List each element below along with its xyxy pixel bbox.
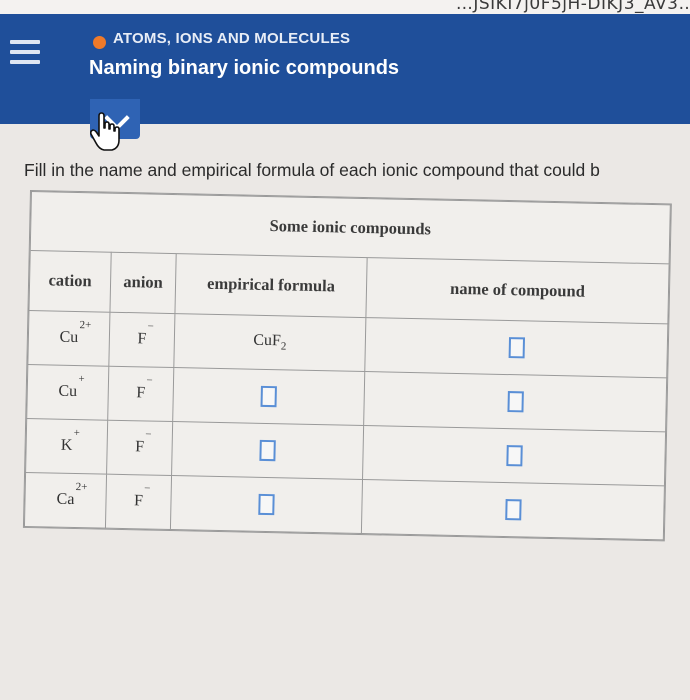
formula-subscript: 2 [280, 340, 287, 353]
formula-text: CuF [253, 331, 282, 350]
hamburger-icon[interactable] [10, 40, 40, 64]
name-answer-input[interactable] [506, 390, 524, 413]
formula-answer-input[interactable] [259, 439, 276, 462]
cation-symbol: K [60, 437, 73, 455]
subject-status-dot [93, 36, 106, 49]
cation-charge: 2+ [79, 319, 92, 332]
ionic-compounds-table-card: Some ionic compounds cation anion empiri… [22, 190, 672, 542]
cation-charge: + [73, 427, 81, 440]
anion-charge: − [147, 320, 154, 333]
anion-symbol: F [137, 330, 147, 348]
instruction-text: Fill in the name and empirical formula o… [24, 160, 600, 180]
name-cell [361, 479, 665, 540]
cation-symbol: Cu [58, 382, 78, 401]
cation-charge: + [78, 373, 85, 386]
anion-cell: F − [106, 419, 173, 476]
formula-cell: CuF2 [173, 313, 366, 372]
formula-value: CuF2 [253, 331, 287, 353]
cation-symbol: Cu [59, 328, 79, 347]
anion-symbol: F [133, 492, 144, 510]
anion-charge: − [144, 482, 151, 496]
cation-cell: Cu + [26, 364, 109, 420]
cation-cell: K + [25, 418, 108, 475]
anion-symbol: F [136, 384, 146, 402]
anion-charge: − [146, 374, 153, 387]
subject-label: ATOMS, IONS AND MOLECULES [113, 30, 351, 47]
name-cell [363, 371, 667, 432]
cation-charge: 2+ [75, 481, 88, 494]
cation-symbol: Ca [56, 491, 75, 509]
cation-cell: Ca 2+ [24, 472, 107, 529]
ionic-compounds-table: Some ionic compounds cation anion empiri… [24, 191, 671, 540]
name-answer-input[interactable] [505, 444, 523, 467]
formula-answer-input[interactable] [260, 385, 277, 407]
page-title: Naming binary ionic compounds [89, 57, 400, 79]
col-header-cation: cation [28, 250, 112, 312]
anion-cell: F − [108, 311, 175, 368]
anion-symbol: F [135, 438, 145, 456]
anion-cell: F − [105, 474, 172, 530]
cation-cell: Cu 2+ [27, 310, 110, 366]
name-cell [364, 317, 668, 378]
anion-charge: − [145, 428, 152, 441]
name-answer-input[interactable] [508, 336, 525, 359]
col-header-anion: anion [109, 252, 177, 314]
formula-answer-input[interactable] [258, 493, 275, 516]
formula-cell [170, 475, 363, 534]
formula-cell [172, 367, 365, 426]
col-header-name: name of compound [365, 257, 670, 324]
col-header-empirical-formula: empirical formula [174, 253, 368, 318]
hand-pointer-icon [90, 112, 120, 151]
anion-cell: F − [107, 365, 174, 422]
question-area: Fill in the name and empirical formula o… [0, 124, 690, 700]
url-fragment: …JSIKI7j0F5jH-DIKJ3_AV3… [455, 0, 690, 14]
name-cell [362, 425, 666, 486]
formula-cell [171, 421, 364, 480]
name-answer-input[interactable] [504, 498, 522, 521]
